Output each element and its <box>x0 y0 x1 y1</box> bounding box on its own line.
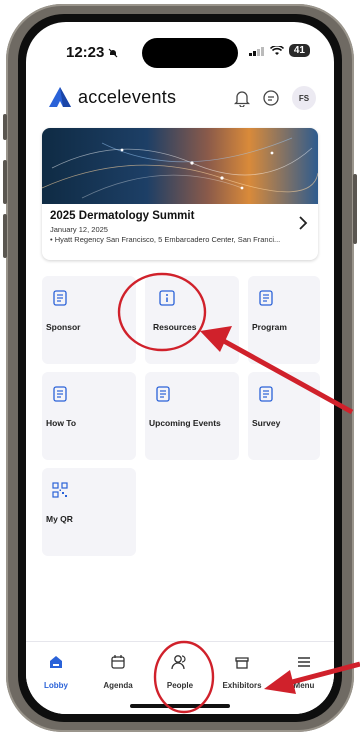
info-icon <box>159 290 175 306</box>
menu-icon <box>298 657 310 667</box>
dynamic-island <box>142 38 238 68</box>
tab-label: Lobby <box>44 681 68 690</box>
event-banner-image <box>42 128 318 204</box>
calendar-icon <box>111 655 125 669</box>
tab-lobby[interactable]: Lobby <box>28 654 84 690</box>
status-bar: 12:23 41 <box>26 22 334 68</box>
people-icon <box>171 655 186 670</box>
tab-exhibitors[interactable]: Exhibitors <box>214 654 270 690</box>
power-button <box>353 174 357 244</box>
tab-label: Agenda <box>103 681 133 690</box>
volume-up-button <box>3 160 7 204</box>
action-button <box>3 114 7 140</box>
world-map-graphic <box>42 137 318 199</box>
tile-program[interactable]: Program <box>248 276 320 364</box>
app-header: accelevents FS <box>26 78 334 122</box>
tile-sponsor[interactable]: Sponsor <box>42 276 136 364</box>
time-text: 12:23 <box>66 44 105 61</box>
event-location: • Hyatt Regency San Francisco, 5 Embarca… <box>50 235 300 244</box>
tile-label: Program <box>252 322 287 332</box>
event-location-text: Hyatt Regency San Francisco, 5 Embarcade… <box>54 235 281 244</box>
tab-label: Menu <box>293 681 315 690</box>
wifi-icon <box>269 45 284 55</box>
chat-icon[interactable] <box>262 89 280 107</box>
bottom-tab-bar: Lobby Agenda People Exhibitors Menu <box>26 641 334 714</box>
document-icon <box>259 386 273 402</box>
user-avatar[interactable]: FS <box>292 86 316 110</box>
status-time: 12:23 <box>66 44 118 61</box>
tab-label: Exhibitors <box>222 681 262 690</box>
tab-menu[interactable]: Menu <box>276 654 332 690</box>
battery-indicator: 41 <box>288 44 310 57</box>
phone-frame: 12:23 41 accelevents FS 2025 Dermatology… <box>3 4 357 732</box>
screen: 12:23 41 accelevents FS 2025 Dermatology… <box>26 22 334 714</box>
tile-label: Survey <box>252 418 281 428</box>
tile-upcoming-events[interactable]: Upcoming Events <box>145 372 239 460</box>
tile-label: How To <box>46 418 77 428</box>
bell-muted-icon <box>108 48 118 57</box>
document-icon <box>259 290 273 306</box>
tab-people[interactable]: People <box>152 654 208 690</box>
volume-down-button <box>3 214 7 258</box>
home-icon <box>50 656 62 668</box>
brand-name: accelevents <box>78 86 177 107</box>
tile-label: Upcoming Events <box>149 418 221 428</box>
event-title: 2025 Dermatology Summit <box>50 210 195 222</box>
tile-survey[interactable]: Survey <box>248 372 320 460</box>
notification-bell-icon[interactable] <box>234 89 250 107</box>
tile-label: Sponsor <box>46 322 81 332</box>
tile-how-to[interactable]: How To <box>42 372 136 460</box>
tile-label: Resources <box>153 322 197 332</box>
status-icons: 41 <box>248 44 310 57</box>
signal-icon <box>248 46 264 56</box>
tile-label: My QR <box>46 514 73 524</box>
chevron-right-icon[interactable] <box>298 216 308 230</box>
bezel: 12:23 41 accelevents FS 2025 Dermatology… <box>18 14 342 722</box>
brand-logo: accelevents <box>48 86 176 108</box>
accelevents-logo-icon <box>49 87 71 107</box>
home-indicator <box>130 704 230 708</box>
qr-icon <box>52 482 68 498</box>
tab-label: People <box>166 681 194 690</box>
document-icon <box>53 386 67 402</box>
event-info: 2025 Dermatology Summit January 12, 2025… <box>42 204 318 250</box>
document-icon <box>53 290 67 306</box>
tab-agenda[interactable]: Agenda <box>90 654 146 690</box>
header-actions: FS <box>234 86 316 110</box>
tile-my-qr[interactable]: My QR <box>42 468 136 556</box>
event-date: January 12, 2025 <box>50 225 108 234</box>
store-icon <box>235 657 249 669</box>
tile-resources[interactable]: Resources <box>145 276 239 364</box>
event-card[interactable]: 2025 Dermatology Summit January 12, 2025… <box>42 128 318 260</box>
document-icon <box>156 386 170 402</box>
